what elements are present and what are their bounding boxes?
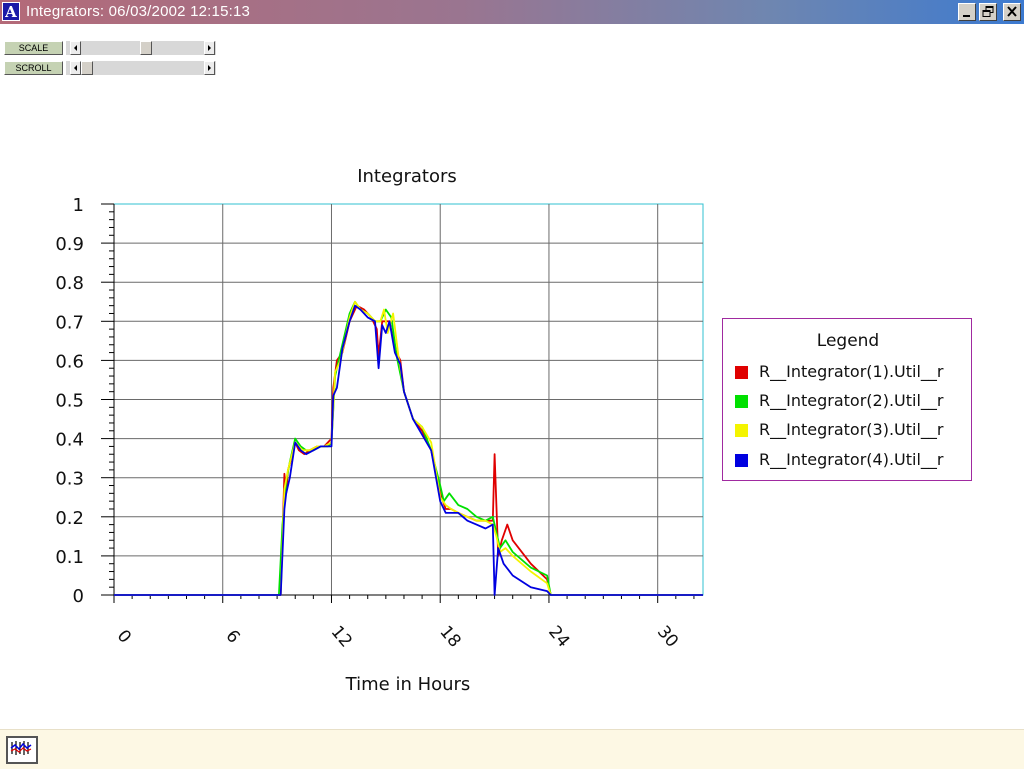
legend-label: R__Integrator(3).Util__r	[759, 420, 944, 439]
legend-swatch	[735, 454, 748, 467]
status-bar	[0, 729, 1024, 769]
chart-app-icon[interactable]	[6, 736, 38, 764]
x-tick-label: 6	[221, 626, 243, 647]
y-tick-label: 0	[73, 586, 84, 607]
x-tick-label: 12	[327, 622, 356, 651]
y-tick-label: 0.1	[55, 547, 84, 568]
series-line	[114, 304, 703, 596]
y-tick-label: 0.6	[55, 351, 84, 372]
chart-app-icon-graphic	[10, 741, 32, 755]
y-tick-label: 0.3	[55, 469, 84, 490]
y-tick-label: 0.2	[55, 508, 84, 529]
series-line	[114, 300, 703, 596]
x-tick-label: 0	[113, 626, 135, 647]
legend-label: R__Integrator(4).Util__r	[759, 450, 944, 469]
y-tick-label: 0.7	[55, 312, 84, 333]
y-tick-label: 0.9	[55, 234, 84, 255]
y-tick-label: 0.4	[55, 430, 84, 451]
legend-swatch	[735, 424, 748, 437]
legend: Legend R__Integrator(1).Util__r R__Integ…	[722, 318, 972, 481]
legend-title: Legend	[816, 331, 880, 351]
x-tick-label: 24	[544, 622, 573, 651]
x-tick-label: 30	[653, 622, 682, 651]
y-tick-label: 0.5	[55, 391, 84, 412]
x-tick-label: 18	[435, 622, 464, 651]
y-tick-label: 0.8	[55, 273, 84, 294]
legend-label: R__Integrator(1).Util__r	[759, 362, 944, 381]
legend-label: R__Integrator(2).Util__r	[759, 391, 944, 410]
x-axis-label: Time in Hours	[345, 674, 471, 695]
series-line	[114, 300, 703, 596]
y-tick-label: 1	[73, 195, 84, 216]
series-line	[114, 304, 703, 596]
legend-swatch	[735, 395, 748, 408]
chart-title: Integrators	[357, 166, 457, 187]
legend-swatch	[735, 366, 748, 379]
